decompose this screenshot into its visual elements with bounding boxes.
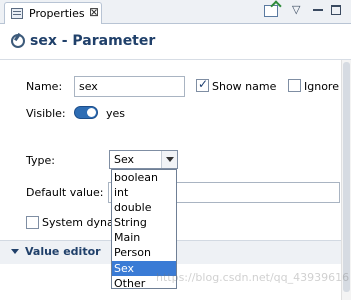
- watermark: https://blog.csdn.net/qq_43939616: [156, 271, 350, 284]
- type-option[interactable]: Main: [112, 230, 176, 245]
- minimize-icon[interactable]: [313, 8, 323, 11]
- name-label: Name:: [26, 80, 63, 93]
- type-option[interactable]: String: [112, 215, 176, 230]
- view-tab-bar: Properties ⊠ ▽: [0, 0, 351, 24]
- visible-value: yes: [106, 107, 126, 120]
- value-editor-label: Value editor: [25, 245, 101, 258]
- type-option[interactable]: int: [112, 185, 176, 200]
- show-name-checkbox[interactable]: [196, 77, 209, 92]
- properties-header: sex - Parameter: [0, 24, 351, 60]
- collapse-triangle-icon[interactable]: [11, 249, 19, 254]
- page-title: sex - Parameter: [30, 33, 156, 49]
- vertical-scrollbar[interactable]: [341, 60, 351, 300]
- tab-properties-label: Properties: [29, 7, 85, 20]
- type-option[interactable]: double: [112, 200, 176, 215]
- maximize-icon[interactable]: [331, 5, 341, 15]
- default-value-label: Default value:: [26, 186, 104, 199]
- system-dynamics-label: System dyna: [42, 216, 114, 229]
- type-option[interactable]: boolean: [112, 170, 176, 185]
- properties-icon: [11, 8, 23, 19]
- scrollbar-thumb[interactable]: [343, 62, 350, 292]
- tab-properties[interactable]: Properties ⊠: [4, 2, 102, 24]
- close-icon[interactable]: ⊠: [89, 5, 99, 19]
- ignore-label: Ignore: [304, 80, 339, 93]
- visible-toggle[interactable]: [74, 106, 98, 119]
- type-select[interactable]: Sex: [109, 150, 178, 169]
- new-property-icon[interactable]: [264, 5, 278, 17]
- name-field[interactable]: [74, 76, 185, 97]
- type-select-value: Sex: [114, 153, 135, 166]
- show-name-label: Show name: [212, 80, 277, 93]
- type-label: Type:: [26, 154, 55, 167]
- visible-label: Visible:: [26, 107, 66, 120]
- ignore-checkbox[interactable]: [288, 79, 301, 92]
- parameter-icon: [11, 34, 25, 48]
- type-option[interactable]: Person: [112, 245, 176, 260]
- view-menu-icon[interactable]: ▽: [292, 3, 300, 16]
- chevron-down-icon[interactable]: [161, 151, 177, 168]
- system-dynamics-checkbox[interactable]: [26, 216, 39, 229]
